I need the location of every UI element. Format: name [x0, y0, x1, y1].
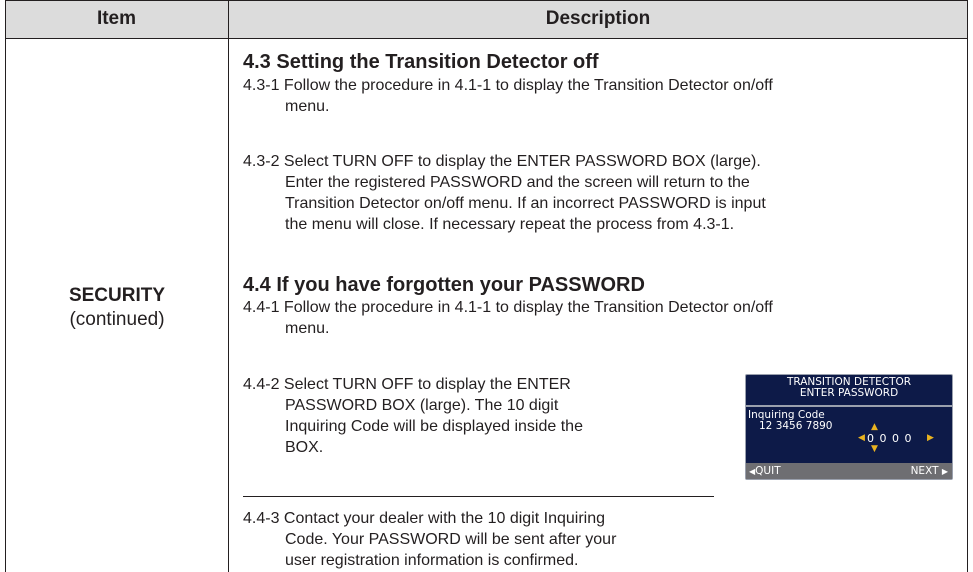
screen-title-line2: ENTER PASSWORD	[799, 387, 899, 399]
step-4-3-2-line2: Enter the registered PASSWORD and the sc…	[285, 174, 750, 191]
step-4-4-3-line1: 4.4-3 Contact your dealer with the 10 di…	[243, 510, 605, 527]
header-description-label: Description	[545, 8, 651, 29]
item-cell: SECURITY (continued)	[6, 284, 228, 332]
step-4-3-1-line1: 4.3-1 Follow the procedure in 4.1-1 to d…	[243, 77, 773, 94]
quit-text: QUIT	[755, 465, 781, 477]
step-4-3-1-line2: menu.	[285, 98, 330, 115]
item-name: SECURITY	[68, 285, 166, 306]
column-divider	[228, 0, 229, 572]
arrow-right-icon: ▶	[927, 433, 934, 443]
step-4-4-3-line3: user registration information is confirm…	[285, 552, 579, 569]
table-border-right	[967, 0, 968, 572]
step-4-4-3: 4.4-3 Contact your dealer with the 10 di…	[243, 508, 616, 571]
step-4-4-2-line3: Inquiring Code will be displayed inside …	[285, 418, 583, 435]
header-item: Item	[5, 0, 228, 38]
next-arrow-icon: ▶	[941, 467, 948, 476]
step-4-4-2-line4: BOX.	[285, 439, 324, 456]
inquiring-code-value: 12 3456 7890	[759, 420, 833, 432]
password-screen-image: TRANSITION DETECTOR ENTER PASSWORD Inqui…	[745, 374, 953, 480]
arrow-left-icon: ◀	[858, 433, 865, 443]
table-border-top	[5, 0, 968, 1]
screen-footer: ◀QUIT NEXT ▶	[746, 463, 952, 479]
step-4-3-2: 4.3-2 Select TURN OFF to display the ENT…	[243, 151, 766, 235]
step-4-4-1-line2: menu.	[285, 320, 330, 337]
step-4-3-1: 4.3-1 Follow the procedure in 4.1-1 to d…	[243, 75, 773, 117]
header-description: Description	[229, 0, 967, 38]
arrow-down-icon: ▼	[871, 444, 878, 454]
step-4-3-2-line1: 4.3-2 Select TURN OFF to display the ENT…	[243, 153, 761, 170]
step-divider	[243, 496, 714, 497]
step-4-4-2-line1: 4.4-2 Select TURN OFF to display the ENT…	[243, 376, 571, 393]
step-4-4-1: 4.4-1 Follow the procedure in 4.1-1 to d…	[243, 297, 773, 339]
quit-label: ◀QUIT	[749, 465, 781, 477]
step-4-4-3-line2: Code. Your PASSWORD will be sent after y…	[285, 531, 617, 548]
step-4-3-2-line3: Transition Detector on/off menu. If an i…	[285, 195, 766, 212]
section-title-4-3: 4.3 Setting the Transition Detector off	[243, 51, 599, 73]
screen-title: TRANSITION DETECTOR ENTER PASSWORD	[746, 377, 952, 399]
step-4-4-1-line1: 4.4-1 Follow the procedure in 4.1-1 to d…	[243, 299, 773, 316]
arrow-up-icon: ▲	[871, 422, 878, 432]
step-4-3-2-line4: the menu will close. If necessary repeat…	[285, 216, 735, 233]
item-note: (continued)	[69, 309, 165, 330]
step-4-4-2: 4.4-2 Select TURN OFF to display the ENT…	[243, 374, 583, 458]
header-divider	[5, 38, 968, 39]
step-4-4-2-line2: PASSWORD BOX (large). The 10 digit	[285, 397, 559, 414]
section-title-4-4: 4.4 If you have forgotten your PASSWORD	[243, 274, 645, 296]
next-text: NEXT	[910, 465, 939, 477]
next-label: NEXT ▶	[911, 465, 948, 477]
header-item-label: Item	[96, 8, 137, 29]
screen-separator	[746, 405, 952, 407]
